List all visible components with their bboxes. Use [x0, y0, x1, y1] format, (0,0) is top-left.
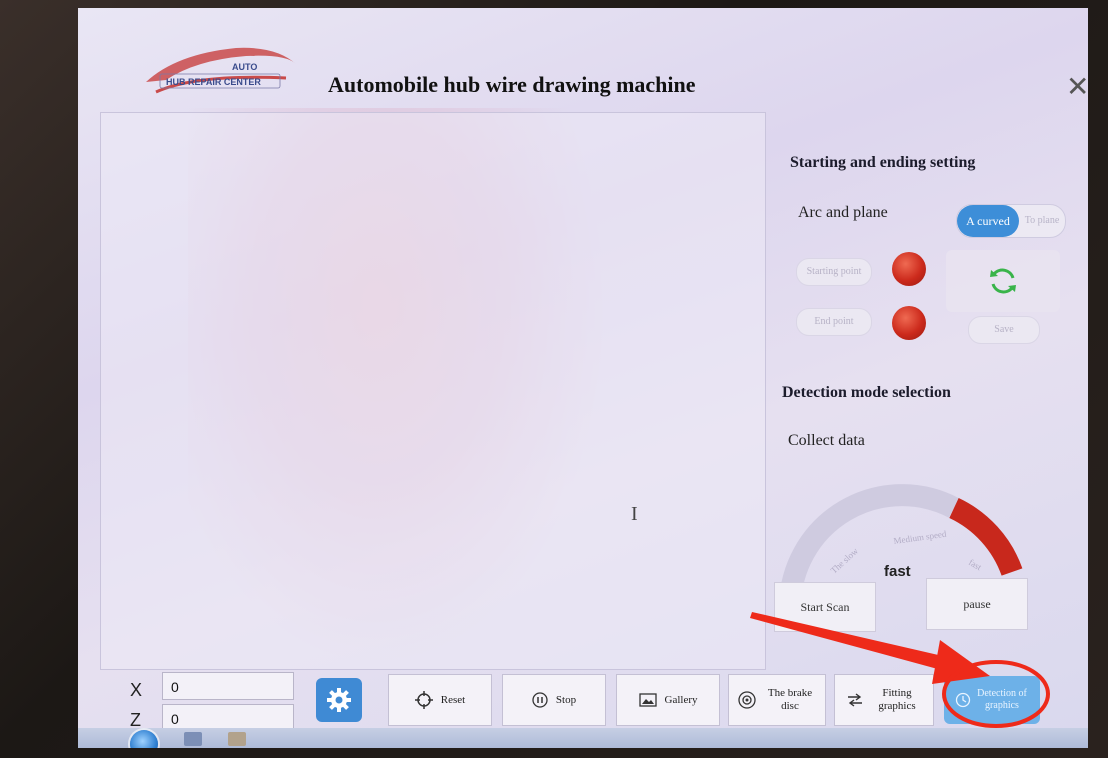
- save-button[interactable]: Save: [968, 316, 1040, 344]
- reset-label: Reset: [440, 693, 466, 706]
- collect-data-label: Collect data: [788, 432, 865, 449]
- end-point-button[interactable]: End point: [796, 308, 872, 336]
- refresh-icon: [990, 268, 1016, 294]
- gauge-value: fast: [884, 563, 911, 580]
- x-axis-label: X: [130, 680, 143, 700]
- image-icon: [638, 693, 657, 707]
- gallery-label: Gallery: [664, 693, 698, 706]
- fitting-graphics-label: Fitting graphics: [878, 687, 916, 712]
- end-indicator-led: [892, 306, 926, 340]
- gallery-button[interactable]: Gallery: [616, 674, 720, 726]
- start-indicator-led: [892, 252, 926, 286]
- detection-graphics-label: Detection of graphics: [977, 688, 1027, 711]
- logo-text-top: AUTO: [232, 62, 257, 72]
- x-coordinate-field[interactable]: 0: [162, 672, 294, 700]
- brake-disc-button[interactable]: The brake disc: [728, 674, 826, 726]
- gauge-label-slow: The slow: [829, 545, 861, 575]
- starting-point-button[interactable]: Starting point: [796, 258, 872, 286]
- arc-plane-toggle[interactable]: A curved To plane: [956, 204, 1066, 238]
- pause-circle-icon: [532, 692, 548, 708]
- window-title: Automobile hub wire drawing machine: [328, 72, 696, 97]
- crosshair-icon: [414, 691, 433, 709]
- text-cursor-icon: I: [631, 503, 638, 525]
- settings-button[interactable]: [316, 678, 362, 722]
- pause-button[interactable]: pause: [926, 578, 1028, 630]
- close-icon[interactable]: ✕: [1066, 70, 1088, 103]
- detection-graphics-button[interactable]: Detection of graphics: [944, 676, 1040, 724]
- refresh-button[interactable]: [946, 250, 1060, 312]
- gauge-label-fast: fast: [967, 557, 984, 572]
- logo-icon: AUTO HUB REPAIR CENTER: [146, 47, 296, 94]
- toggle-curved-option[interactable]: A curved: [957, 205, 1019, 237]
- fitting-graphics-button[interactable]: Fitting graphics: [834, 674, 934, 726]
- history-icon: [955, 692, 971, 708]
- section-title-detection: Detection mode selection: [782, 384, 951, 401]
- brake-disc-label: The brake disc: [767, 687, 813, 712]
- stop-button[interactable]: Stop: [502, 674, 606, 726]
- start-scan-button[interactable]: Start Scan: [774, 582, 876, 632]
- taskbar-app-icon-2[interactable]: [228, 732, 246, 746]
- arc-plane-label: Arc and plane: [798, 204, 888, 221]
- taskbar-app-icon[interactable]: [184, 732, 202, 746]
- gear-icon: [327, 688, 351, 712]
- app-window: AUTO HUB REPAIR CENTER Automobile hub wi…: [78, 8, 1088, 748]
- stop-label: Stop: [555, 693, 577, 706]
- section-title-start-end: Starting and ending setting: [790, 154, 976, 171]
- disc-icon: [738, 691, 756, 709]
- swap-arrows-icon: [848, 693, 862, 707]
- gauge-label-medium: Medium speed: [893, 529, 948, 546]
- toggle-plane-option[interactable]: To plane: [1019, 205, 1065, 237]
- logo-text-bottom: HUB REPAIR CENTER: [166, 77, 261, 87]
- reset-button[interactable]: Reset: [388, 674, 492, 726]
- graph-canvas[interactable]: I: [100, 112, 766, 670]
